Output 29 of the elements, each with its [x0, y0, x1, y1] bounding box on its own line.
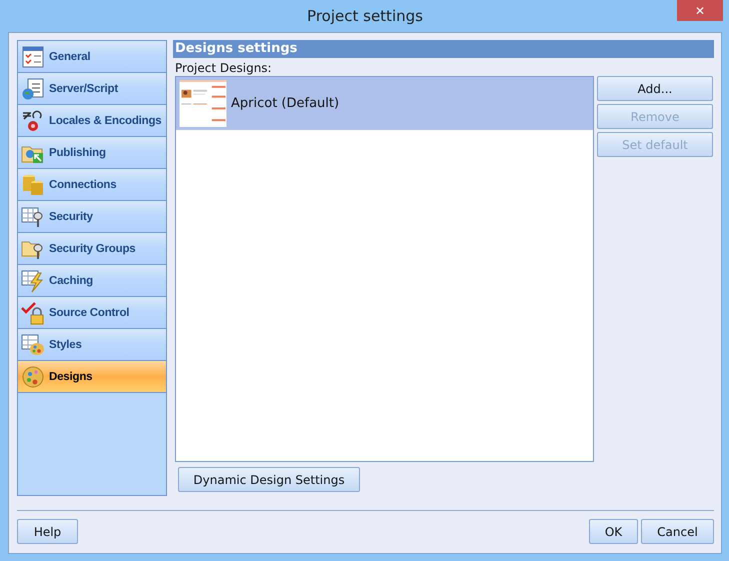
window-title: Project settings — [307, 7, 423, 25]
cancel-button[interactable]: Cancel — [641, 519, 714, 544]
palette-icon — [21, 364, 45, 388]
sidebar-item[interactable]: Server/Script — [18, 73, 166, 105]
table-lightning-icon — [21, 268, 45, 292]
sidebar-item[interactable]: Locales & Encodings — [18, 105, 166, 137]
sidebar-item[interactable]: Styles — [18, 329, 166, 361]
table-key-icon — [21, 204, 45, 228]
checkmark-lock-icon — [21, 300, 45, 324]
sidebar-item[interactable]: Connections — [18, 169, 166, 201]
sidebar-item[interactable]: General — [18, 41, 166, 73]
checklist-icon — [21, 44, 45, 68]
cylinders-icon — [21, 172, 45, 196]
sidebar-item[interactable]: Designs — [18, 361, 166, 393]
design-item[interactable]: Apricot (Default) — [176, 77, 593, 130]
close-button[interactable]: ✕ — [677, 0, 723, 21]
sidebar-item[interactable]: Caching — [18, 265, 166, 297]
sidebar-item[interactable]: Security — [18, 201, 166, 233]
sidebar-item[interactable]: Publishing — [18, 137, 166, 169]
table-palette-icon — [21, 332, 45, 356]
section-header: Designs settings — [173, 40, 714, 58]
side-button[interactable]: Add... — [597, 76, 713, 101]
sidebar-item[interactable]: Source Control — [18, 297, 166, 329]
help-button[interactable]: Help — [17, 519, 78, 544]
list-label: Project Designs: — [174, 60, 273, 76]
dynamic-settings-button[interactable]: Dynamic Design Settings — [178, 467, 360, 492]
sidebar-item[interactable]: Security Groups — [18, 233, 166, 265]
globe-document-icon — [21, 76, 45, 100]
ok-button[interactable]: OK — [589, 519, 638, 544]
